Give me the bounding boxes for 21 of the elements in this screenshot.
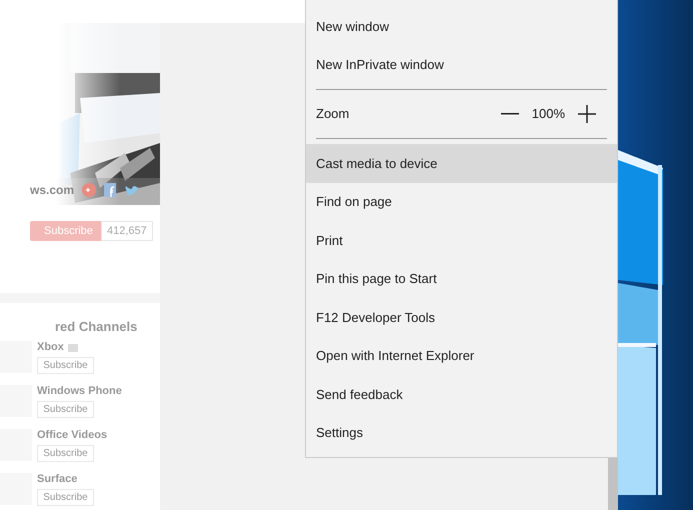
- menu-item[interactable]: Find on page: [306, 182, 617, 221]
- zoom-in-button[interactable]: [577, 104, 597, 124]
- menu-item[interactable]: New window: [306, 7, 617, 46]
- menu-item[interactable]: Send feedback: [306, 375, 617, 414]
- twitter-icon[interactable]: [124, 184, 140, 196]
- menu-item[interactable]: Cast media to device: [306, 144, 617, 182]
- minus-icon: [500, 113, 519, 115]
- google-plus-icon[interactable]: [82, 183, 96, 197]
- menu-item[interactable]: Settings: [306, 414, 617, 452]
- plus-icon: [578, 105, 596, 123]
- menu-item[interactable]: Pin this page to Start: [306, 260, 617, 298]
- menu-item[interactable]: New InPrivate window: [306, 46, 617, 84]
- menu-item[interactable]: F12 Developer Tools: [306, 298, 617, 336]
- facebook-icon[interactable]: [104, 183, 116, 197]
- zoom-level: 100%: [532, 105, 565, 124]
- zoom-label: Zoom: [316, 105, 350, 124]
- section-heading: red Channels: [54, 318, 138, 336]
- menu-item[interactable]: Print: [306, 221, 617, 260]
- subscriber-count: 412,657: [101, 221, 153, 241]
- menu-item[interactable]: Open with Internet Explorer: [306, 336, 617, 375]
- scrollbar[interactable]: [608, 458, 618, 510]
